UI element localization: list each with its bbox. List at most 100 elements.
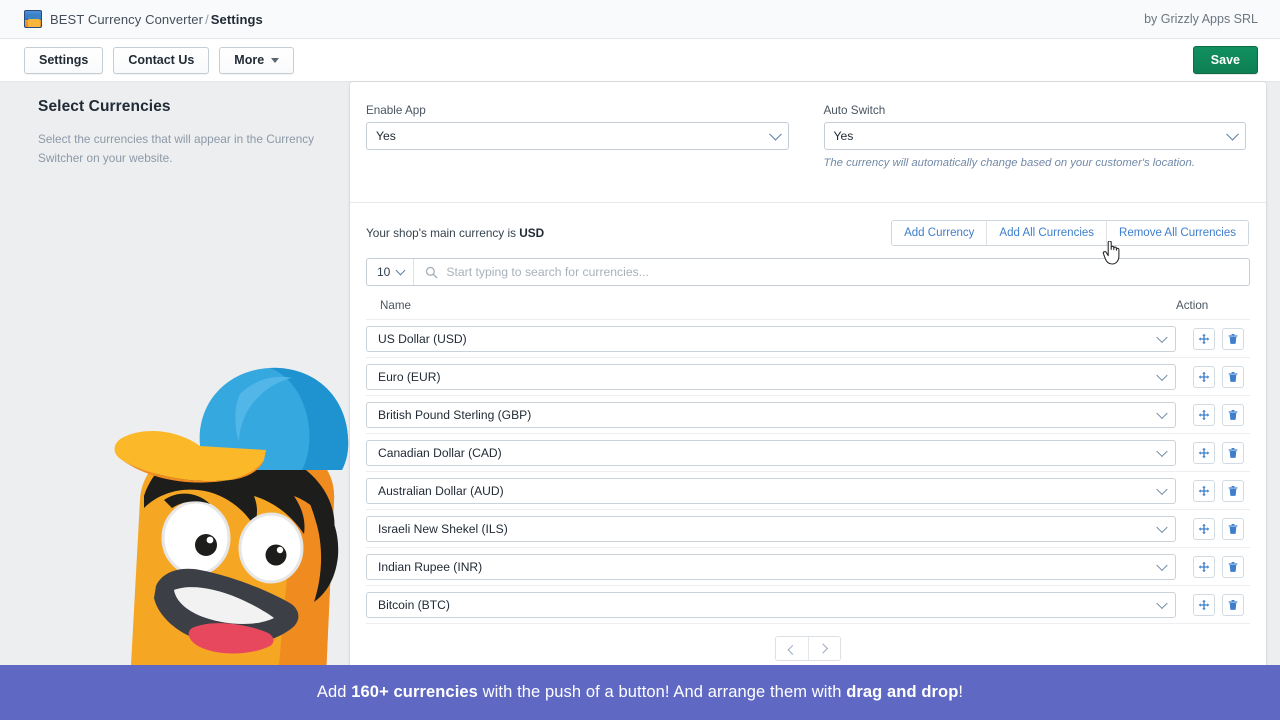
remove-all-currencies-button[interactable]: Remove All Currencies: [1106, 221, 1248, 245]
add-currency-button[interactable]: Add Currency: [892, 221, 986, 245]
page-title: Select Currencies: [38, 98, 328, 116]
currency-select[interactable]: Australian Dollar (AUD): [366, 478, 1176, 504]
currency-select[interactable]: Canadian Dollar (CAD): [366, 440, 1176, 466]
enable-app-select[interactable]: Yes: [366, 122, 789, 150]
currency-select[interactable]: Bitcoin (BTC): [366, 592, 1176, 618]
currency-actions-group: Add Currency Add All Currencies Remove A…: [891, 220, 1249, 246]
table-row: Indian Rupee (INR): [366, 548, 1250, 586]
pagination: [366, 624, 1250, 661]
chevron-down-icon: [271, 58, 279, 63]
promo-part-3: !: [958, 683, 963, 701]
page-body: Select Currencies Select the currencies …: [0, 82, 1280, 720]
breadcrumb: BEST Currency Converter/Settings: [50, 12, 263, 27]
delete-currency-button[interactable]: [1222, 480, 1244, 502]
drag-move-button[interactable]: [1193, 480, 1215, 502]
table-row: Australian Dollar (AUD): [366, 472, 1250, 510]
drag-move-button[interactable]: [1193, 442, 1215, 464]
drag-move-button[interactable]: [1193, 594, 1215, 616]
row-action-buttons: [1176, 518, 1250, 540]
promo-banner: Add 160+ currencies with the push of a b…: [0, 665, 1280, 720]
currency-name: British Pound Sterling (GBP): [378, 408, 531, 422]
contact-us-button[interactable]: Contact Us: [113, 47, 209, 74]
breadcrumb-page: Settings: [211, 12, 263, 27]
delete-currency-button[interactable]: [1222, 442, 1244, 464]
settings-card: Enable App Yes Auto Switch Yes: [350, 82, 1266, 674]
table-row: Euro (EUR): [366, 358, 1250, 396]
currency-select[interactable]: Indian Rupee (INR): [366, 554, 1176, 580]
drag-move-button[interactable]: [1193, 366, 1215, 388]
drag-move-button[interactable]: [1193, 518, 1215, 540]
row-action-buttons: [1176, 328, 1250, 350]
delete-currency-button[interactable]: [1222, 404, 1244, 426]
currency-name: Bitcoin (BTC): [378, 598, 450, 612]
page-length-select[interactable]: 10: [367, 259, 414, 285]
pagination-next-button[interactable]: [808, 637, 840, 660]
save-button[interactable]: Save: [1193, 46, 1258, 74]
page-description: Select the currencies that will appear i…: [38, 130, 323, 168]
chevron-right-icon: [818, 644, 828, 654]
currency-select[interactable]: Israeli New Shekel (ILS): [366, 516, 1176, 542]
table-body: US Dollar (USD) Euro (EUR) British Pound S…: [366, 320, 1250, 624]
settings-sidebar: Select Currencies Select the currencies …: [38, 98, 328, 168]
currency-select-wrap: Australian Dollar (AUD): [366, 478, 1176, 504]
row-action-buttons: [1176, 480, 1250, 502]
chevron-down-icon: [396, 265, 406, 275]
table-row: Israeli New Shekel (ILS): [366, 510, 1250, 548]
toolbar-button-group: Settings Contact Us More: [24, 47, 294, 74]
promo-banner-text: Add 160+ currencies with the push of a b…: [317, 683, 963, 702]
currency-name: Indian Rupee (INR): [378, 560, 482, 574]
enable-app-select-wrap: Yes: [366, 122, 789, 150]
page-length-value: 10: [377, 265, 390, 279]
column-header-action: Action: [1176, 299, 1250, 312]
auto-switch-help-text: The currency will automatically change b…: [824, 157, 1247, 169]
currency-select-wrap: Israeli New Shekel (ILS): [366, 516, 1176, 542]
currency-select[interactable]: Euro (EUR): [366, 364, 1176, 390]
row-action-buttons: [1176, 404, 1250, 426]
currency-select-wrap: Indian Rupee (INR): [366, 554, 1176, 580]
search-input[interactable]: [446, 259, 1249, 285]
currency-name: Euro (EUR): [378, 370, 441, 384]
currency-select[interactable]: British Pound Sterling (GBP): [366, 402, 1176, 428]
currency-select-wrap: Euro (EUR): [366, 364, 1176, 390]
vendor-label: by Grizzly Apps SRL: [1144, 12, 1258, 26]
add-all-currencies-button[interactable]: Add All Currencies: [986, 221, 1106, 245]
delete-currency-button[interactable]: [1222, 518, 1244, 540]
general-settings-section: Enable App Yes Auto Switch Yes: [350, 82, 1266, 189]
drag-move-button[interactable]: [1193, 404, 1215, 426]
promo-part-1: Add: [317, 683, 351, 701]
currency-name: Australian Dollar (AUD): [378, 484, 504, 498]
currency-select-wrap: British Pound Sterling (GBP): [366, 402, 1176, 428]
currency-select-wrap: Canadian Dollar (CAD): [366, 440, 1176, 466]
breadcrumb-app-name: BEST Currency Converter: [50, 12, 203, 27]
settings-form-row: Enable App Yes Auto Switch Yes: [366, 104, 1246, 169]
delete-currency-button[interactable]: [1222, 328, 1244, 350]
table-row: US Dollar (USD): [366, 320, 1250, 358]
row-action-buttons: [1176, 594, 1250, 616]
app-identity: BEST Currency Converter/Settings: [24, 10, 263, 28]
enable-app-value: Yes: [376, 129, 396, 143]
pagination-prev-button[interactable]: [776, 637, 808, 660]
contact-us-button-label: Contact Us: [128, 53, 194, 67]
promo-part-2: with the push of a button! And arrange t…: [478, 683, 846, 701]
breadcrumb-separator: /: [203, 12, 211, 27]
drag-move-button[interactable]: [1193, 556, 1215, 578]
currency-search-bar: 10: [366, 258, 1250, 286]
search-icon: [414, 259, 446, 285]
app-logo-icon: [24, 10, 42, 28]
delete-currency-button[interactable]: [1222, 594, 1244, 616]
auto-switch-label: Auto Switch: [824, 104, 1247, 117]
settings-button[interactable]: Settings: [24, 47, 103, 74]
currency-select[interactable]: US Dollar (USD): [366, 326, 1176, 352]
enable-app-field: Enable App Yes: [366, 104, 789, 169]
delete-currency-button[interactable]: [1222, 556, 1244, 578]
row-action-buttons: [1176, 366, 1250, 388]
drag-move-button[interactable]: [1193, 328, 1215, 350]
chevron-left-icon: [787, 645, 797, 655]
delete-currency-button[interactable]: [1222, 366, 1244, 388]
auto-switch-select[interactable]: Yes: [824, 122, 1247, 150]
table-row: Bitcoin (BTC): [366, 586, 1250, 624]
more-button[interactable]: More: [219, 47, 294, 74]
auto-switch-field: Auto Switch Yes The currency will automa…: [824, 104, 1247, 169]
currency-name: Canadian Dollar (CAD): [378, 446, 502, 460]
main-currency-note: Your shop's main currency is USD: [366, 226, 544, 240]
